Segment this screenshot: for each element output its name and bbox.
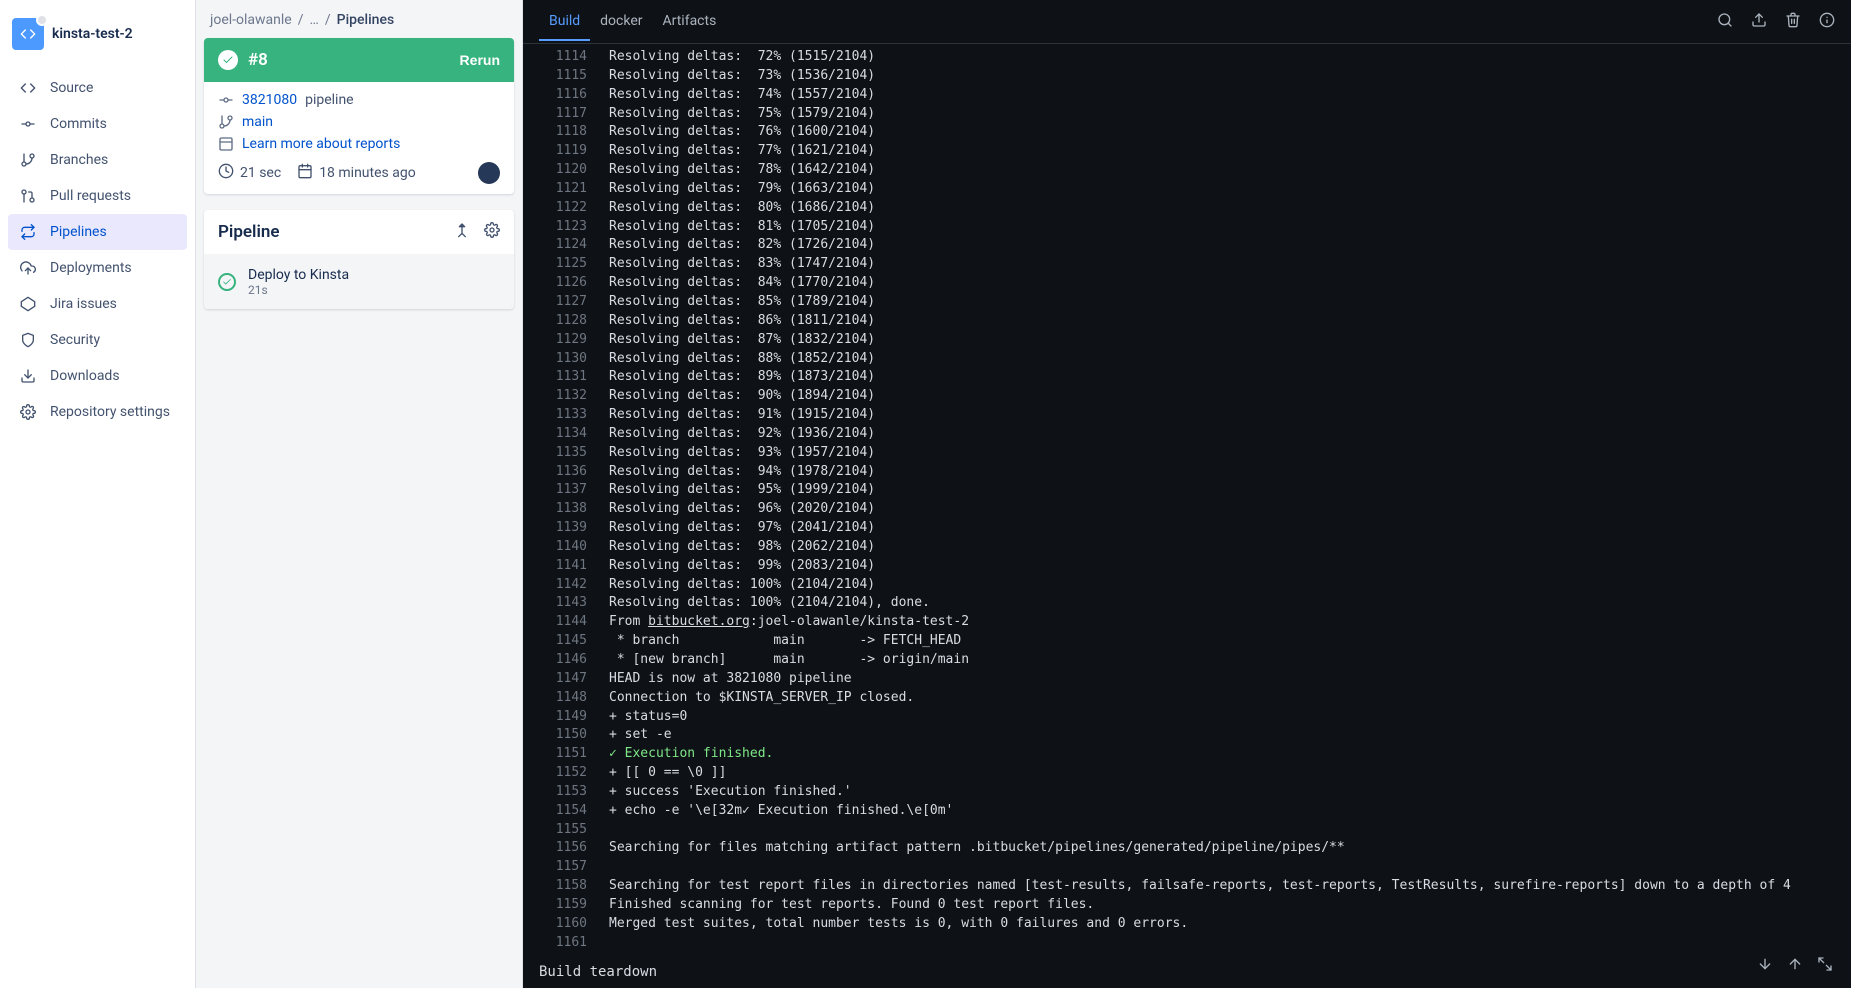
step-success-icon [218,273,236,291]
run-number: #8 [248,50,268,70]
tab-artifacts[interactable]: Artifacts [653,3,727,41]
nav-label: Pull requests [50,188,131,204]
sidebar: kinsta-test-2 Source Commits Branches Pu… [0,0,196,988]
nav-label: Pipelines [50,224,107,240]
download-log-icon[interactable] [1751,12,1767,32]
crumb-current: Pipelines [337,12,395,28]
nav-label: Commits [50,116,107,132]
repo-avatar [12,18,44,50]
tab-build[interactable]: Build [539,3,590,41]
commit-link[interactable]: 3821080 [242,92,297,108]
commit-hash-icon [218,92,234,108]
nav-repo-settings[interactable]: Repository settings [8,394,187,430]
scroll-top-icon[interactable] [1787,956,1803,976]
run-duration: 21 sec [240,165,281,181]
clock-icon [218,163,234,183]
branch-icon [18,150,38,170]
cloud-upload-icon [18,258,38,278]
nav-security[interactable]: Security [8,322,187,358]
run-timestamp: 18 minutes ago [319,165,416,181]
reports-link[interactable]: Learn more about reports [242,136,400,152]
run-card: #8 Rerun 3821080 pipeline main Learn mor… [204,38,514,194]
fullscreen-icon[interactable] [1817,956,1833,976]
nav-source[interactable]: Source [8,70,187,106]
reports-icon [218,136,234,152]
pipeline-card: Pipeline Deploy to Kinsta 21s [204,210,514,309]
nav-commits[interactable]: Commits [8,106,187,142]
shield-icon [18,330,38,350]
pipeline-step[interactable]: Deploy to Kinsta 21s [204,254,514,309]
step-name: Deploy to Kinsta [248,267,349,283]
nav-label: Security [50,332,100,348]
code-icon [20,26,36,42]
gear-icon [18,402,38,422]
success-check-icon [218,50,238,70]
nav-label: Deployments [50,260,132,276]
nav-list: Source Commits Branches Pull requests Pi… [0,70,195,430]
log-footer-controls [1757,956,1833,976]
tab-docker[interactable]: docker [590,3,652,41]
log-output[interactable]: 1114Resolving deltas: 72% (1515/2104)111… [523,44,1851,954]
nav-deployments[interactable]: Deployments [8,250,187,286]
nav-branches[interactable]: Branches [8,142,187,178]
trash-icon[interactable] [1785,12,1801,32]
log-section-teardown[interactable]: Build teardown [523,954,1851,988]
branch-link[interactable]: main [242,114,273,130]
breadcrumbs: joel-olawanle / … / Pipelines [204,8,514,38]
step-duration: 21s [248,283,349,297]
pin-icon[interactable] [454,222,470,242]
commit-message: pipeline [305,92,354,108]
nav-label: Branches [50,152,108,168]
nav-label: Downloads [50,368,120,384]
crumb-owner[interactable]: joel-olawanle [210,12,292,28]
nav-jira-issues[interactable]: Jira issues [8,286,187,322]
source-icon [18,78,38,98]
commit-icon [18,114,38,134]
rerun-button[interactable]: Rerun [460,52,500,68]
log-tabs: Build docker Artifacts [523,0,1851,44]
branch-icon [218,114,234,130]
pipeline-title: Pipeline [218,222,280,242]
pipeline-icon [18,222,38,242]
nav-label: Repository settings [50,404,170,420]
info-icon[interactable] [1819,12,1835,32]
pipeline-settings-icon[interactable] [484,222,500,242]
jira-icon [18,294,38,314]
crumb-ellipsis[interactable]: … [310,12,319,28]
calendar-icon [297,163,313,183]
scroll-bottom-icon[interactable] [1757,956,1773,976]
nav-downloads[interactable]: Downloads [8,358,187,394]
repo-status-badge [36,14,48,26]
log-panel: Build docker Artifacts 1114Resolving del… [523,0,1851,988]
repo-name[interactable]: kinsta-test-2 [52,26,133,42]
nav-label: Jira issues [50,296,117,312]
nav-pipelines[interactable]: Pipelines [8,214,187,250]
nav-pull-requests[interactable]: Pull requests [8,178,187,214]
pull-request-icon [18,186,38,206]
nav-label: Source [50,80,93,96]
author-avatar[interactable] [478,162,500,184]
download-icon [18,366,38,386]
search-icon[interactable] [1717,12,1733,32]
run-panel: joel-olawanle / … / Pipelines #8 Rerun 3… [196,0,523,988]
